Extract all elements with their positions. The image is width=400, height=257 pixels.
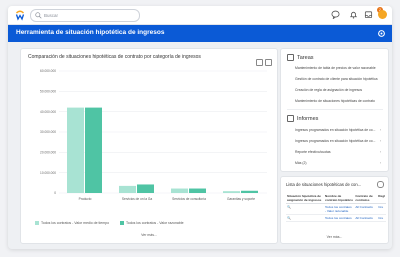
bar[interactable] [223,191,240,193]
table-cell-link[interactable]: Todos los contratos [324,214,355,222]
top-bar: Buscar 2 [8,6,392,25]
search-input[interactable]: Buscar [30,9,140,22]
task-item-label: Mantenimiento de situaciones hipotéticas… [295,99,375,103]
search-placeholder: Buscar [44,13,59,18]
bar-chart: 60.000.000 50.000.000 40.000.000 30.000.000… [40,69,267,201]
tasks-header: Tareas [287,54,314,61]
bar[interactable] [171,188,188,193]
legend-swatch [120,221,125,225]
x-tick-label: Servicios de consultoría [172,197,206,201]
column-header: Nombre de contrato hipotético [324,193,355,204]
page-title: Herramienta de situación hipotética de i… [16,29,165,36]
chevron-right-icon: › [379,128,381,132]
bar[interactable] [137,184,154,193]
see-more-link[interactable]: Ver más... [21,233,277,237]
y-tick-label: 40.000.000 [40,110,56,114]
gear-icon[interactable] [377,181,384,188]
task-item-label: Gestión de contrato de cliente para situ… [295,77,378,81]
legend-label: Todos los contratos - Valor razonable [126,221,184,225]
scenario-list-card: Lista de situaciones hipotéticas de con.… [280,176,389,244]
report-item[interactable]: Ingresos programados en situación hipoté… [295,128,383,132]
chart-card: Comparación de situaciones hipotéticas d… [20,48,278,244]
column-header: Regl [377,193,386,204]
reports-header: Informes [287,115,318,122]
chat-icon[interactable] [331,10,340,19]
bar[interactable] [241,190,258,193]
legend-label: Todos los contratos - Valor medio de tie… [41,221,110,225]
table-cell-link[interactable]: Todos los contratos - Valor razonable [324,203,355,215]
report-item-more[interactable]: Más (2) › [295,161,383,165]
tasks-header-label: Tareas [297,54,314,61]
reports-header-label: Informes [297,115,319,122]
bar[interactable] [189,188,206,193]
app-window: Buscar 2 Herramienta de situación hipoté… [8,6,392,249]
table-row: 🔍 Todos los contratos All Contracts Cre [286,214,386,222]
x-tick-label: Garantías y soporte [227,197,255,201]
report-item-label: Ingresos programados en situación hipoté… [295,139,376,143]
bell-icon[interactable] [349,10,358,19]
table-cell-link[interactable]: All Contracts [354,214,378,222]
tasks-icon [287,54,294,61]
inbox-icon[interactable] [364,10,373,19]
table-cell-link[interactable]: Cre [377,214,386,222]
legend-swatch [35,221,39,225]
table-row: 🔍 Todos los contratos - Valor razonable … [286,203,386,215]
y-tick-label: 20.000.000 [40,151,56,155]
task-item[interactable]: Gestión de contrato de cliente para situ… [295,77,383,81]
y-tick-label: 0 [54,191,56,195]
bar[interactable] [119,185,136,193]
table-cell-link[interactable]: All Contracts [354,203,378,215]
chart-legend: Todos los contratos - Valor medio de tie… [35,221,194,225]
report-item[interactable]: Reporte efectivo/cuotas › [295,150,383,154]
view-icon[interactable]: 🔍 [286,214,325,222]
column-header: Contrato de contratos [354,193,378,204]
y-tick-label: 30.000.000 [40,130,56,134]
chart-title: Comparación de situaciones hipotéticas d… [28,54,201,60]
list-title: Lista de situaciones hipotéticas de con.… [286,182,362,187]
avatar[interactable] [378,10,387,19]
tasks-card: Tareas Mantenimiento de tabla de precios… [280,48,389,172]
task-item[interactable]: Mantenimiento de tabla de precios de val… [295,66,383,70]
bar[interactable] [67,107,84,193]
legend-item: Todos los contratos - Valor razonable [120,221,184,225]
task-item[interactable]: Creación de regla de asignación de ingre… [295,88,383,92]
y-tick-label: 10.000.000 [40,171,56,175]
x-tick-label: Producto [79,197,92,201]
report-item-label: Ingresos programados en situación hipoté… [295,128,376,132]
table-cell-link[interactable]: Cre [377,203,386,215]
divider [287,109,383,110]
task-item-label: Creación de regla de asignación de ingre… [295,88,363,92]
legend-item: Todos los contratos - Valor medio de tie… [35,221,109,225]
chevron-right-icon: › [379,150,381,154]
reports-icon [287,115,294,122]
chevron-right-icon: › [379,161,381,165]
search-icon [35,12,42,19]
y-tick-label: 50.000.000 [40,90,56,94]
y-tick-label: 60.000.000 [40,69,56,73]
see-more-link[interactable]: Ver más... [281,235,388,239]
x-tick-label: Servicios de on la Ga [122,197,153,201]
task-item[interactable]: Mantenimiento de situaciones hipotéticas… [295,99,383,103]
workday-logo[interactable] [14,9,26,21]
scenario-table: Situación hipotética de asignación de in… [286,193,386,222]
report-item[interactable]: Ingresos programados en situación hipoté… [295,139,383,143]
view-icon[interactable]: 🔍 [286,203,325,215]
column-header: Situación hipotética de asignación de in… [286,193,325,204]
bar[interactable] [85,107,102,193]
page-header: Herramienta de situación hipotética de i… [8,25,392,42]
task-item-label: Mantenimiento de tabla de precios de val… [295,66,376,70]
gear-icon[interactable] [377,29,386,38]
chevron-right-icon: › [379,139,381,143]
report-item-label: Más (2) [295,161,307,165]
report-item-label: Reporte efectivo/cuotas [295,150,331,154]
